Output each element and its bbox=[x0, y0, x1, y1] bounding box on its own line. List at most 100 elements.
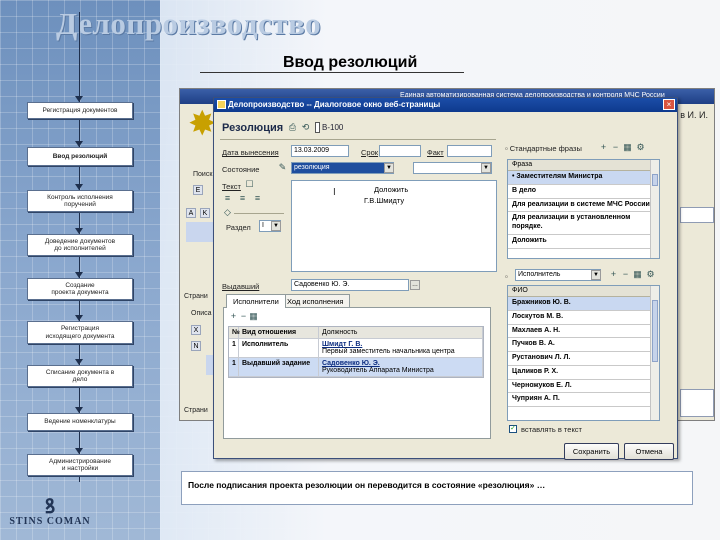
text-label: Текст bbox=[222, 182, 241, 191]
list-item[interactable]: Для реализации в системе МЧС России. bbox=[508, 199, 659, 213]
row-num: 1 bbox=[229, 358, 239, 376]
list-item[interactable]: В дело bbox=[508, 185, 659, 199]
list-item[interactable]: Цаликов Р. Х. bbox=[508, 366, 659, 380]
remove-icon[interactable]: − bbox=[610, 142, 621, 153]
select-icon[interactable]: ▦ bbox=[632, 269, 643, 280]
term-label: Срок bbox=[361, 148, 379, 157]
term-field[interactable] bbox=[379, 145, 421, 157]
text-line-2: Г.В.Шмидту bbox=[364, 196, 405, 205]
state-select[interactable]: резолюция bbox=[291, 162, 394, 174]
issuer-field[interactable]: Садовенко Ю. Э. bbox=[291, 279, 409, 291]
dialog-titlebar: Делопроизводство -- Диалоговое окно веб-… bbox=[214, 98, 677, 112]
text-cursor-icon: I bbox=[333, 187, 336, 198]
insert-checkbox[interactable]: ✓ bbox=[509, 425, 517, 433]
remove-icon[interactable]: − bbox=[620, 269, 631, 280]
tab-executors[interactable]: Исполнители bbox=[226, 294, 286, 308]
insert-label: вставлять в текст bbox=[521, 425, 582, 434]
grid-header-relation: Вид отношения bbox=[239, 327, 319, 338]
list-item[interactable]: Доложить bbox=[508, 235, 659, 249]
list-item[interactable]: Пучков В. А. bbox=[508, 338, 659, 352]
description-label: Описа bbox=[191, 310, 212, 317]
phrases-scrollbar[interactable] bbox=[650, 160, 659, 258]
flow-step-resolutions: Ввод резолюций bbox=[27, 147, 133, 166]
executor-filter-icon: ▫ bbox=[505, 272, 508, 281]
header-separator bbox=[220, 139, 496, 140]
phrases-label-text: Стандартные фразы bbox=[509, 144, 582, 153]
list-item[interactable]: • Заместителям Министра bbox=[508, 171, 659, 185]
date-field[interactable]: 13.03.2009 bbox=[291, 145, 349, 157]
select-icon[interactable]: ▦ bbox=[622, 142, 633, 153]
executors-scrollbar[interactable] bbox=[650, 286, 659, 420]
grid-header: № Вид отношения Должность bbox=[229, 327, 483, 339]
flow-step-outgoing: Регистрация исходящего документа bbox=[27, 321, 133, 344]
save-button[interactable]: Сохранить bbox=[564, 443, 619, 460]
color-icon[interactable]: ◇ bbox=[222, 207, 233, 218]
add-icon[interactable]: + bbox=[598, 142, 609, 153]
fact-field[interactable] bbox=[447, 145, 492, 157]
bg-button-nav[interactable]: N bbox=[191, 341, 201, 351]
flow-step-create-project: Создание проекта документа bbox=[27, 278, 133, 300]
chevron-down-icon[interactable]: ▼ bbox=[481, 163, 491, 173]
company-logo: ꝸ STINS COMAN bbox=[8, 496, 92, 527]
flow-step-nomenclature: Ведение номенклатуры bbox=[27, 413, 133, 431]
color-slider[interactable] bbox=[234, 213, 284, 214]
list-item[interactable]: Бражников Ю. В. bbox=[508, 297, 659, 311]
list-item[interactable]: Для реализации в установленном порядке. bbox=[508, 212, 659, 235]
bg-panel-right bbox=[680, 207, 714, 223]
bg-filter-a[interactable]: A bbox=[186, 208, 196, 218]
app-icon bbox=[217, 100, 226, 109]
list-item[interactable]: Черножуков Е. Л. bbox=[508, 380, 659, 394]
resolution-dialog: Делопроизводство -- Диалоговое окно веб-… bbox=[213, 97, 678, 460]
fact-label: Факт bbox=[427, 148, 444, 157]
list-item[interactable]: Рустанович Л. Л. bbox=[508, 352, 659, 366]
section-label: Раздел bbox=[226, 223, 251, 232]
bg-toolbar-button[interactable]: E bbox=[193, 185, 203, 195]
print-icon[interactable]: ⎙ bbox=[287, 122, 298, 133]
slide-caption: После подписания проекта резолюции он пе… bbox=[181, 471, 693, 505]
text-line-1: Доложить bbox=[374, 185, 409, 194]
row-position: Первый заместитель начальника центра bbox=[322, 348, 455, 355]
resolution-text-area[interactable]: I Доложить Г.В.Шмидту bbox=[291, 180, 497, 272]
executors-list: ФИО Бражников Ю. В. Лоскутов М. В. Махла… bbox=[507, 285, 660, 421]
ellipsis-icon[interactable]: … bbox=[410, 280, 420, 290]
phrases-list-header: Фраза bbox=[508, 160, 659, 171]
history-icon[interactable]: ⟲ bbox=[300, 122, 311, 133]
executor-type-select[interactable]: Исполнитель bbox=[515, 269, 601, 281]
executor-link[interactable]: Шмидт Г. В. bbox=[322, 341, 362, 348]
align-left-icon[interactable]: ≡ bbox=[222, 193, 233, 204]
row-detail: Шмидт Г. В. Первый заместитель начальник… bbox=[319, 339, 483, 357]
align-center-icon[interactable]: ≡ bbox=[237, 193, 248, 204]
cancel-button[interactable]: Отмена bbox=[624, 443, 674, 460]
align-right-icon[interactable]: ≡ bbox=[252, 193, 263, 204]
app-user-name: в И. И. bbox=[680, 110, 708, 120]
table-row[interactable]: 1 Исполнитель Шмидт Г. В. Первый замести… bbox=[229, 339, 483, 358]
search-label: Поиск bbox=[193, 171, 213, 178]
list-item[interactable]: Махлаев А. Н. bbox=[508, 325, 659, 339]
list-item[interactable]: Лоскутов М. В. bbox=[508, 311, 659, 325]
chevron-down-icon[interactable]: ▼ bbox=[384, 163, 394, 173]
bg-filter-k[interactable]: K bbox=[200, 208, 210, 218]
chevron-down-icon[interactable]: ▼ bbox=[271, 221, 281, 231]
add-icon[interactable]: + bbox=[608, 269, 619, 280]
list-item[interactable]: Чуприян А. П. bbox=[508, 393, 659, 407]
close-icon[interactable]: × bbox=[663, 99, 675, 110]
bg-panel-right-2 bbox=[680, 389, 714, 417]
table-row[interactable]: 1 Выдавший задание Садовенко Ю. Э. Руков… bbox=[229, 358, 483, 377]
pages-label: Страни bbox=[184, 293, 208, 300]
dialog-title: Делопроизводство -- Диалоговое окно веб-… bbox=[228, 100, 441, 109]
flow-step-registration: Регистрация документов bbox=[27, 102, 133, 119]
issuer-label: Выдавший bbox=[222, 282, 260, 291]
tab-progress[interactable]: Ход исполнения bbox=[280, 294, 351, 307]
row-relation: Исполнитель bbox=[239, 339, 319, 357]
settings-icon[interactable]: ⚙ bbox=[635, 142, 646, 153]
edit-icon[interactable]: ✎ bbox=[277, 162, 288, 173]
chevron-down-icon[interactable]: ▼ bbox=[591, 270, 601, 280]
logo-text: STINS COMAN bbox=[9, 516, 91, 527]
bg-button-x[interactable]: X bbox=[191, 325, 201, 335]
settings-icon[interactable]: ⚙ bbox=[645, 269, 656, 280]
flow-step-admin: Администрирование и настройки bbox=[27, 454, 133, 476]
row-detail: Садовенко Ю. Э. Руководитель Аппарата Ми… bbox=[319, 358, 483, 376]
executor-link[interactable]: Садовенко Ю. Э. bbox=[322, 360, 380, 367]
select-icon[interactable]: ▦ bbox=[248, 311, 259, 322]
comment-icon[interactable]: ☐ bbox=[244, 179, 255, 190]
